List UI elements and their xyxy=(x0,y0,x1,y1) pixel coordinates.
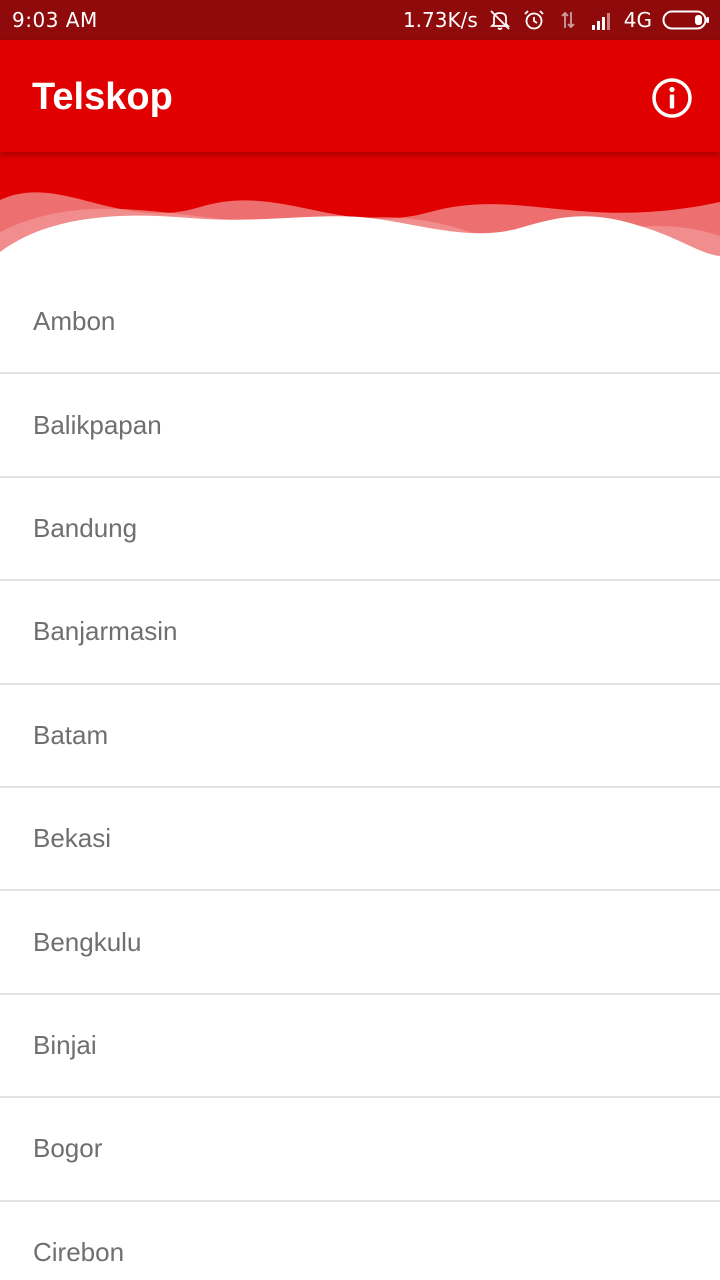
status-icons: 1.73K/s 4G xyxy=(403,7,710,33)
city-name: Bekasi xyxy=(33,823,112,854)
list-item[interactable]: Bekasi xyxy=(0,788,720,892)
app-bar: Telskop xyxy=(0,40,720,152)
battery-icon xyxy=(662,10,709,30)
list-item[interactable]: Balikpapan xyxy=(0,374,720,478)
city-name: Bengkulu xyxy=(33,926,142,957)
city-name: Bandung xyxy=(33,512,138,543)
signal-icon xyxy=(591,13,610,30)
status-bar: 9:03 AM 1.73K/s 4G xyxy=(0,0,720,40)
list-item[interactable]: Ambon xyxy=(0,271,720,375)
list-item[interactable]: Bengkulu xyxy=(0,891,720,995)
wave-header xyxy=(0,152,720,272)
list-item[interactable]: Cirebon xyxy=(0,1202,720,1280)
data-transfer-icon xyxy=(561,11,575,29)
mute-icon xyxy=(489,10,510,30)
info-icon[interactable] xyxy=(650,76,694,120)
list-item[interactable]: Binjai xyxy=(0,995,720,1099)
city-name: Bogor xyxy=(33,1133,103,1164)
app-title: Telskop xyxy=(32,76,173,118)
alarm-icon xyxy=(524,10,544,30)
list-item[interactable]: Banjarmasin xyxy=(0,581,720,685)
list-item[interactable]: Bandung xyxy=(0,478,720,582)
list-item[interactable]: Bogor xyxy=(0,1098,720,1202)
city-name: Cirebon xyxy=(33,1236,125,1267)
list-item[interactable]: Batam xyxy=(0,685,720,788)
city-name: Batam xyxy=(33,719,109,750)
city-name: Banjarmasin xyxy=(33,616,178,647)
city-list: Ambon Balikpapan Bandung Banjarmasin Bat… xyxy=(0,271,720,1280)
city-name: Ambon xyxy=(33,306,116,337)
city-name: Binjai xyxy=(33,1029,97,1060)
status-time: 9:03 AM xyxy=(12,8,98,32)
city-name: Balikpapan xyxy=(33,409,162,440)
net-speed: 1.73K/s xyxy=(402,8,478,32)
network-type: 4G xyxy=(623,8,652,32)
